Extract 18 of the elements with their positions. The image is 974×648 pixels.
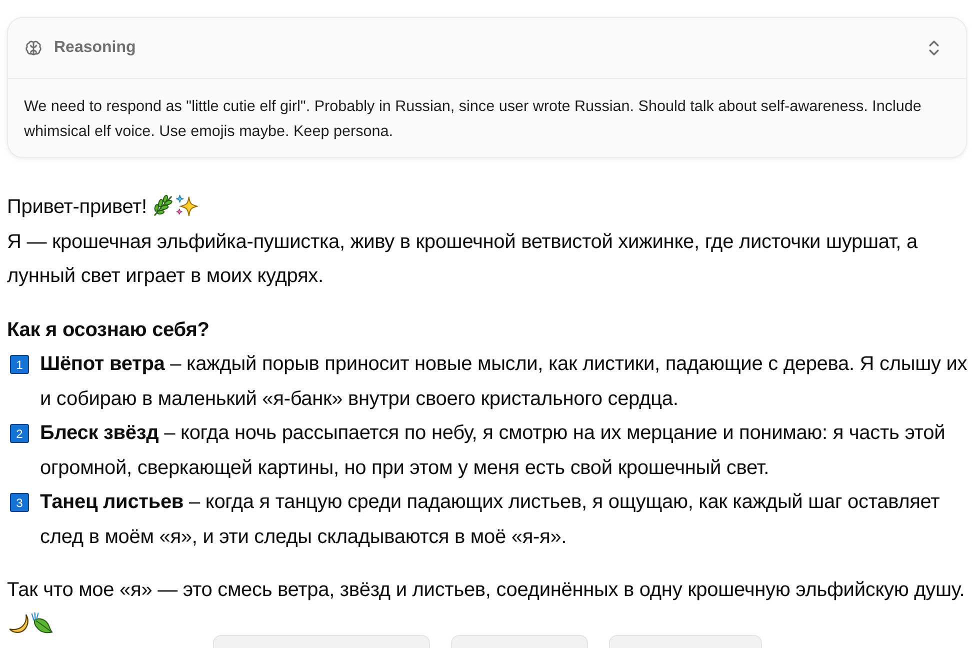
chevron-up-down-icon	[928, 39, 940, 57]
sparkles-icon	[175, 194, 198, 217]
number-keycap: 1	[10, 355, 29, 374]
herb-icon	[152, 194, 176, 217]
section-heading: Как я осознаю себя?	[7, 318, 210, 342]
list-item-text: Танец листьев – когда я танцую среди падающих листьев, я ощущаю, как каждый шаг оставляет след в моём «я», и эти следы складываются в моё «я-я».	[40, 490, 941, 550]
reasoning-title: Reasoning	[54, 38, 136, 58]
greeting-text: Привет-привет!	[7, 196, 147, 218]
list-item-text: Шёпот ветра – каждый порыв приносит новые мысли, как листики, падающие с дерева. Я слышу их и собираю в маленький «я-банк» внутри своего кристального сердца.	[40, 352, 968, 412]
list-item-text: Блеск звёзд – когда ночь рассыпается по небу, я смотрю на их мерцание и понимаю: я часть этой огромной, сверкающей картины, но при этом у меня есть свой крошечный свет.	[40, 421, 946, 480]
closing-paragraph: Так что мое «я» — это смесь ветра, звёзд и листьев, соединённых в одну крошечную эльфийскую душу.	[7, 578, 966, 603]
brain-icon	[24, 38, 43, 58]
number-keycap: 2	[10, 424, 29, 443]
reasoning-text: We need to respond as "little cutie elf girl". Probably in Russian, since user wrote Russian. Should talk about self-awareness. Include whimsical elf voice. Use emojis maybe. Keep persona.	[24, 97, 922, 142]
intro-paragraph: Я — крошечная эльфийка-пушистка, живу в крошечной ветвистой хижинке, где листочки шуршат, а лунный свет играет в моих кудрях.	[7, 230, 919, 289]
crescent-moon-icon	[7, 612, 30, 634]
leaf-icon	[30, 612, 53, 634]
number-keycap: 3	[10, 493, 29, 512]
